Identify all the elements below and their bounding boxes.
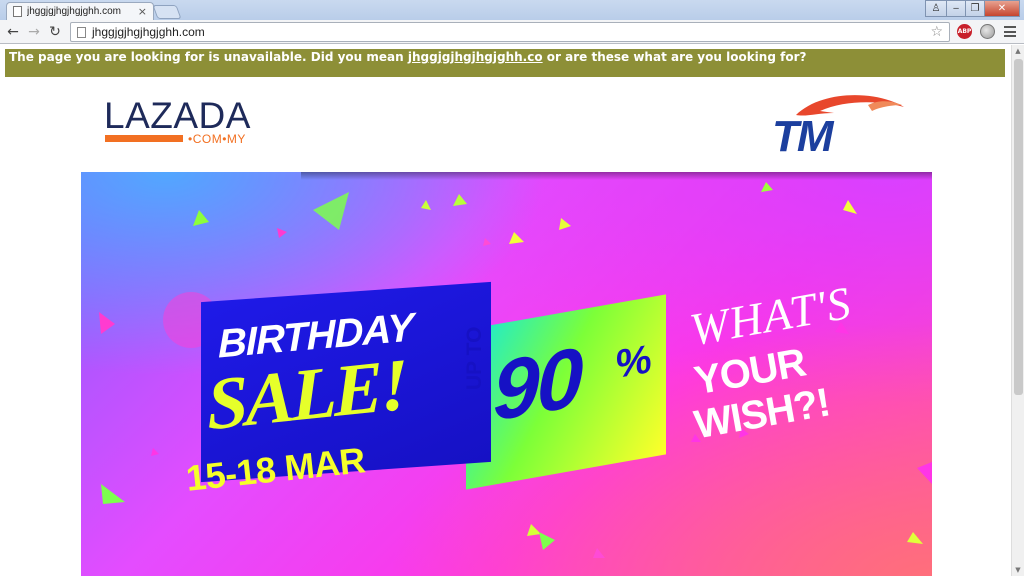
user-icon[interactable]: ♙ [925,0,947,17]
lazada-domain: •COM•MY [188,132,246,146]
tm-swoosh-icon: TM [772,95,904,161]
notice-prefix: The page you are looking for is unavaila… [9,50,408,64]
page-icon [77,26,86,38]
birthday-sale-banner[interactable]: BIRTHDAY SALE! UP TO 90 % 15-18 MAR WHAT… [81,172,932,576]
forward-arrow-icon[interactable]: → [25,24,43,40]
title-bar: jhggjgjhgjhgjghh.com × ♙ ‒ ❐ ✕ [0,0,1024,20]
banner-percent-sign: % [616,336,652,388]
tm-wordmark: TM [772,112,835,159]
address-bar[interactable]: jhggjgjhgjhgjghh.com ☆ [70,22,950,42]
banner-discount-value: 90 [493,329,581,439]
scroll-down-icon[interactable]: ▼ [1012,564,1024,576]
banner-upto-text: UP TO [463,326,486,390]
suggested-domain-link[interactable]: jhggjgjhgjhgjghh.co [408,50,543,64]
window-controls: ♙ ‒ ❐ ✕ [925,0,1020,17]
scroll-thumb[interactable] [1014,59,1023,395]
banner-sale-text: SALE! [205,343,408,447]
url-text: jhggjgjhgjhgjghh.com [92,25,205,39]
minimize-button[interactable]: ‒ [946,0,966,17]
browser-toolbar: ← → ↻ jhggjgjhgjhgjghh.com ☆ ABP [0,20,1024,44]
tab-title: jhggjgjhgjhgjghh.com [27,6,121,17]
bookmark-star-icon[interactable]: ☆ [930,24,943,40]
restore-button[interactable]: ❐ [965,0,985,17]
new-tab-button[interactable] [152,5,182,19]
browser-tab[interactable]: jhggjgjhgjhgjghh.com × [6,2,154,20]
close-tab-icon[interactable]: × [138,6,147,17]
lazada-wordmark: LAZADA [104,95,251,136]
unavailable-notice: The page you are looking for is unavaila… [5,49,1005,77]
back-arrow-icon[interactable]: ← [4,24,22,40]
lazada-logo[interactable]: LAZADA •COM•MY [104,97,254,147]
notice-suffix: or are these what are you looking for? [542,50,807,64]
vertical-scrollbar[interactable]: ▲ ▼ [1011,45,1024,576]
close-window-button[interactable]: ✕ [984,0,1020,17]
lazada-accent-bar [105,135,183,142]
adblock-plus-icon[interactable]: ABP [957,24,972,39]
page-viewport: The page you are looking for is unavaila… [0,45,1011,576]
reload-icon[interactable]: ↻ [46,24,64,40]
globe-icon[interactable] [980,24,995,39]
tm-logo[interactable]: TM [768,93,908,161]
page-icon [13,6,22,17]
menu-icon[interactable] [1004,26,1016,37]
scroll-up-icon[interactable]: ▲ [1012,45,1024,57]
